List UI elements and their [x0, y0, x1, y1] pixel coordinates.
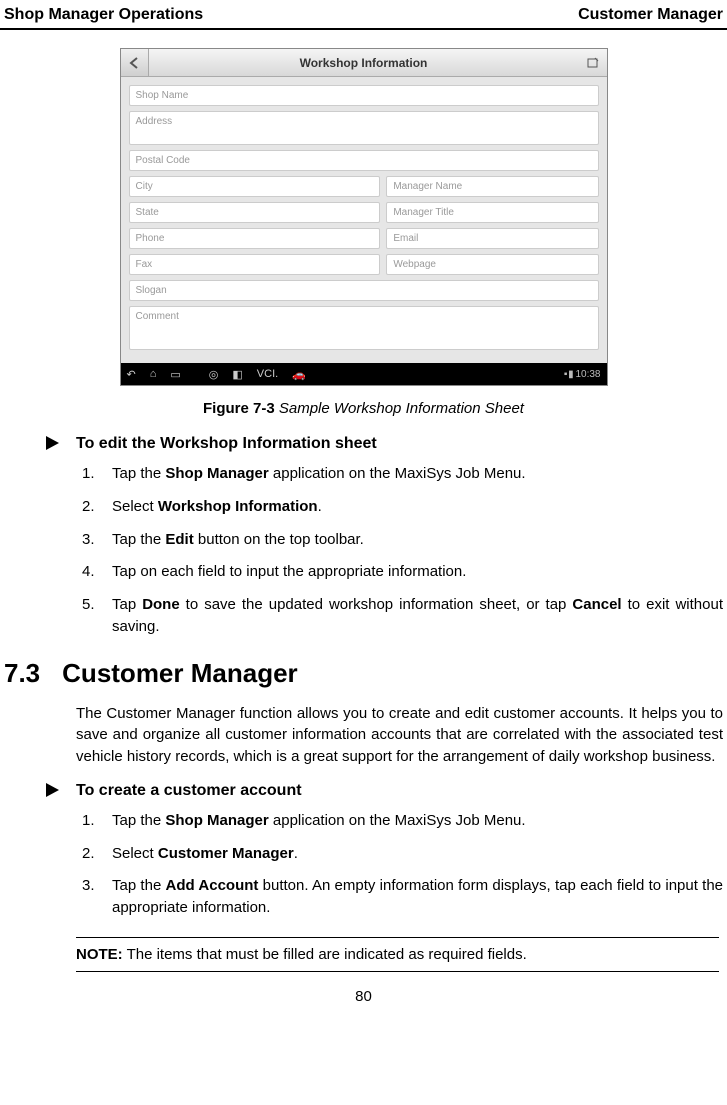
email-field: Email [386, 228, 598, 249]
note-box: NOTE: The items that must be filled are … [76, 937, 719, 972]
header-right: Customer Manager [578, 6, 723, 24]
managertitle-field: Manager Title [386, 202, 598, 223]
proc1-step3: Tap the Edit button on the top toolbar. [112, 529, 723, 551]
nav-screenshot-icon: ◧ [232, 368, 242, 381]
proc2-step2: Select Customer Manager. [112, 843, 723, 865]
nav-vci-icon: VCI. [257, 368, 278, 380]
figure-caption: Figure 7-3 Sample Workshop Information S… [4, 400, 723, 417]
header-left: Shop Manager Operations [4, 6, 203, 24]
procedure-marker-icon [46, 436, 59, 450]
section-paragraph: The Customer Manager function allows you… [4, 703, 723, 768]
postalcode-field: Postal Code [129, 150, 599, 171]
section-number: 7.3 [4, 658, 40, 689]
proc2-step1: Tap the Shop Manager application on the … [112, 810, 723, 832]
state-field: State [129, 202, 381, 223]
slogan-field: Slogan [129, 280, 599, 301]
nav-car-icon: 🚗 [292, 368, 306, 381]
comment-field: Comment [129, 306, 599, 350]
proc1-step4: Tap on each field to input the appropria… [112, 561, 723, 583]
phone-field: Phone [129, 228, 381, 249]
page-number: 80 [0, 988, 727, 1015]
proc1-step2: Select Workshop Information. [112, 496, 723, 518]
nav-home-icon: ⌂ [150, 368, 157, 380]
back-icon [121, 49, 149, 76]
managername-field: Manager Name [386, 176, 598, 197]
procedure-marker-icon [46, 783, 59, 797]
fax-field: Fax [129, 254, 381, 275]
procedure1-title: To edit the Workshop Information sheet [76, 435, 723, 453]
procedure2-title: To create a customer account [76, 782, 723, 800]
city-field: City [129, 176, 381, 197]
nav-back-icon: ↶ [127, 368, 136, 381]
proc2-step3: Tap the Add Account button. An empty inf… [112, 875, 723, 919]
section-title: Customer Manager [62, 658, 298, 689]
address-field: Address [129, 111, 599, 145]
proc1-step1: Tap the Shop Manager application on the … [112, 463, 723, 485]
proc1-step5: Tap Done to save the updated workshop in… [112, 594, 723, 638]
edit-icon [579, 49, 607, 76]
workshop-info-screenshot: Workshop Information Shop Name Address P… [120, 48, 608, 386]
nav-apps-icon: ▭ [170, 368, 180, 381]
shopname-field: Shop Name [129, 85, 599, 106]
webpage-field: Webpage [386, 254, 598, 275]
nav-camera-icon: ◎ [209, 368, 219, 381]
screenshot-title: Workshop Information [149, 56, 579, 70]
screenshot-time: ▪ ▮ 10:38 [564, 369, 601, 380]
